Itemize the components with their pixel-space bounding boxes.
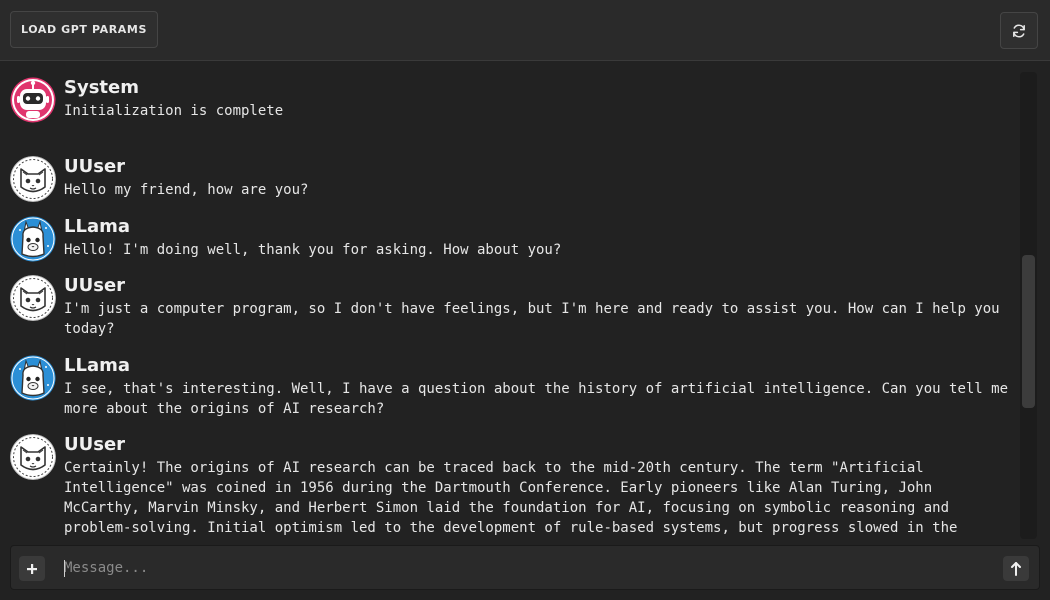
message-text: Hello! I'm doing well, thank you for ask… (64, 242, 562, 258)
sender-name: LLama (64, 216, 130, 237)
sender-name: UUser (64, 434, 126, 455)
message-user: UUser I'm just a computer program, so I … (10, 275, 1010, 350)
refresh-button[interactable] (1000, 12, 1038, 49)
cat-icon (10, 156, 56, 202)
message-assistant: LLama Hello! I'm doing well, thank you f… (10, 216, 1010, 271)
message-text: I see, that's interesting. Well, I have … (64, 381, 1009, 417)
message-text: I'm just a computer program, so I don't … (64, 301, 1000, 337)
cat-icon (10, 275, 56, 321)
load-gpt-params-button[interactable]: LOAD GPT PARAMS (10, 11, 158, 48)
message-assistant: LLama I see, that's interesting. Well, I… (10, 355, 1010, 430)
sender-name: UUser (64, 156, 126, 177)
message-text: Certainly! The origins of AI research ca… (64, 460, 958, 536)
message-system: System Initialization is complete (10, 77, 1010, 147)
robot-icon (10, 77, 56, 123)
message-text: Hello my friend, how are you? (64, 182, 309, 198)
top-toolbar: LOAD GPT PARAMS (0, 0, 1050, 61)
add-attachment-button[interactable] (19, 556, 45, 581)
refresh-icon (1013, 24, 1025, 37)
message-user: UUser Hello my friend, how are you? (10, 156, 1010, 211)
chat-scrollbar-thumb[interactable] (1022, 255, 1035, 408)
sender-name: LLama (64, 355, 130, 376)
send-button[interactable] (1003, 556, 1029, 581)
text-caret (64, 560, 65, 577)
message-user: UUser Certainly! The origins of AI resea… (10, 434, 1010, 544)
llama-icon (10, 355, 56, 401)
llama-icon (10, 216, 56, 262)
arrow-up-icon (1011, 561, 1021, 576)
message-input[interactable] (64, 554, 994, 582)
sender-name: UUser (64, 275, 126, 296)
message-text: Initialization is complete (64, 103, 284, 119)
chat-history: System Initialization is complete UUser … (0, 61, 1050, 544)
cat-icon (10, 434, 56, 480)
sender-name: System (64, 77, 139, 98)
message-composer (10, 545, 1040, 590)
plus-icon (27, 563, 37, 574)
